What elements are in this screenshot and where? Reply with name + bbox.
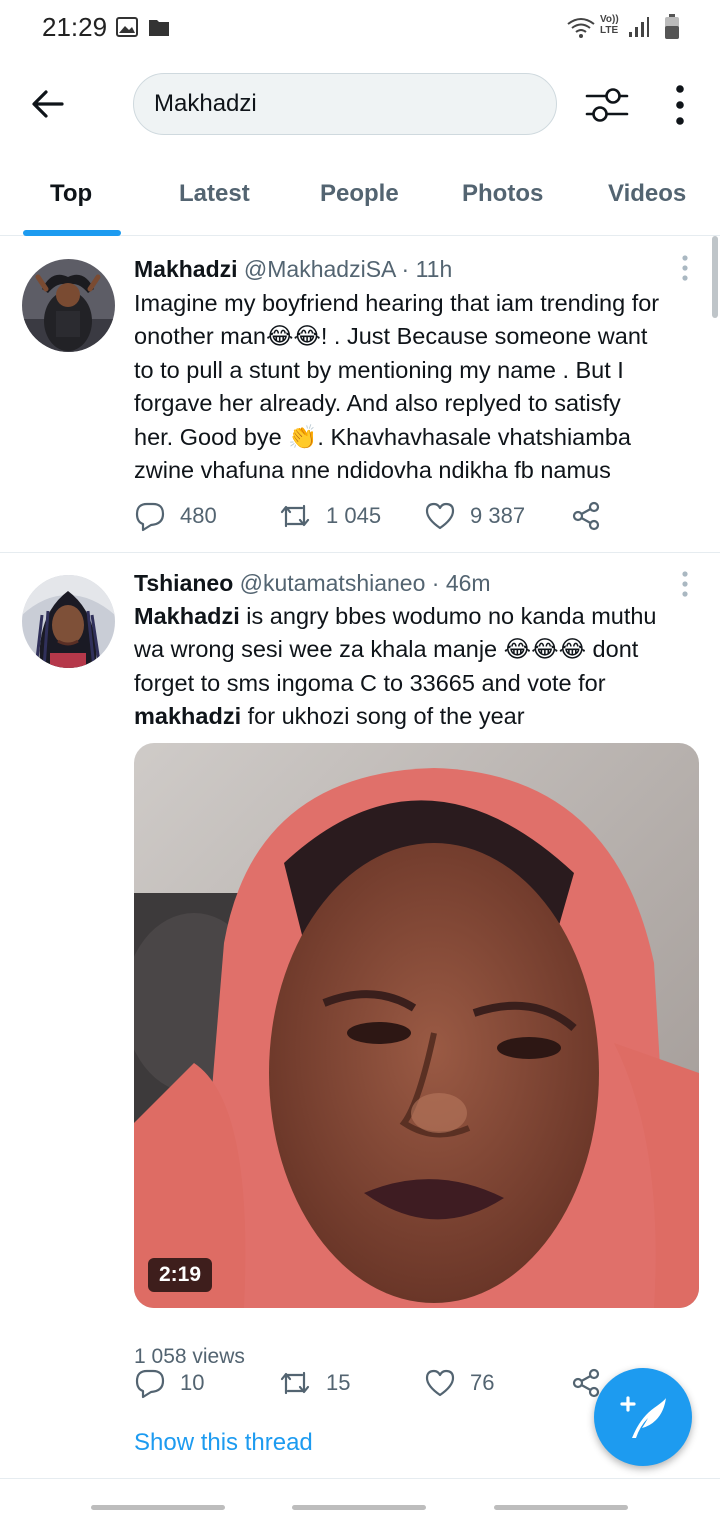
compose-tweet-button[interactable]: [594, 1368, 692, 1466]
reply-button[interactable]: 480: [134, 496, 217, 536]
highlighted-term: makhadzi: [134, 703, 242, 730]
status-time: 21:29: [42, 12, 108, 42]
like-button[interactable]: 9 387: [424, 496, 525, 536]
home-button[interactable]: [292, 1505, 426, 1510]
video-player[interactable]: 2:19: [134, 743, 699, 1308]
tweet-time: · 46m: [431, 570, 491, 596]
like-count: 76: [470, 1370, 495, 1395]
reply-icon: [135, 1369, 165, 1399]
tab-videos[interactable]: Videos: [608, 180, 686, 208]
retweet-button[interactable]: 1 045: [278, 496, 381, 536]
compose-feather-icon: [620, 1396, 666, 1438]
retweet-icon: [280, 1371, 310, 1395]
tweet-header: Tshianeo @kutamatshianeo · 46m: [134, 570, 491, 597]
gallery-icon: [116, 17, 138, 37]
tweet-more-icon[interactable]: [680, 253, 690, 283]
search-filter-icon[interactable]: [584, 82, 630, 128]
tab-top[interactable]: Top: [50, 180, 92, 208]
tweet-header: Makhadzi @MakhadziSA · 11h: [134, 256, 452, 283]
author-handle[interactable]: @MakhadziSA: [244, 256, 395, 282]
status-bar: 21:29 Vo)) LTE: [0, 0, 720, 56]
reply-icon: [135, 502, 165, 532]
author-handle[interactable]: @kutamatshianeo: [240, 570, 426, 596]
retweet-button[interactable]: 15: [278, 1363, 350, 1403]
share-icon[interactable]: [570, 500, 602, 532]
tab-people[interactable]: People: [320, 180, 399, 208]
avatar[interactable]: [22, 575, 115, 668]
like-button[interactable]: 76: [424, 1363, 494, 1403]
tab-photos[interactable]: Photos: [462, 180, 543, 208]
folder-icon: [149, 20, 169, 36]
show-thread-link[interactable]: Show this thread: [134, 1429, 313, 1457]
tweet[interactable]: Makhadzi @MakhadziSA · 11h Imagine my bo…: [0, 237, 720, 553]
heart-icon: [425, 502, 455, 530]
tweet-text: Makhadzi is angry bbes wodumo no kanda m…: [134, 603, 657, 730]
reply-count: 10: [180, 1370, 205, 1395]
more-options-icon[interactable]: [668, 82, 692, 128]
back-button[interactable]: [494, 1505, 628, 1510]
tweet-more-icon[interactable]: [680, 569, 690, 599]
recent-apps-button[interactable]: [91, 1505, 225, 1510]
volte-lte-icon: Vo)) LTE: [600, 14, 619, 36]
search-tabs: Top Latest People Photos Videos: [0, 156, 720, 236]
reply-count: 480: [180, 503, 217, 528]
retweet-icon: [280, 504, 310, 528]
search-input[interactable]: Makhadzi: [133, 73, 557, 135]
search-query: Makhadzi: [154, 90, 257, 117]
reply-button[interactable]: 10: [134, 1363, 204, 1403]
system-navigation-bar: [0, 1478, 720, 1520]
tweet[interactable]: Tshianeo @kutamatshianeo · 46m Makhadzi …: [0, 553, 720, 1478]
heart-icon: [425, 1369, 455, 1397]
search-header: Makhadzi: [0, 56, 720, 156]
retweet-count: 15: [326, 1370, 351, 1395]
tab-latest[interactable]: Latest: [179, 180, 250, 208]
author-name[interactable]: Makhadzi: [134, 256, 238, 282]
author-name[interactable]: Tshianeo: [134, 570, 233, 596]
video-thumbnail: [134, 743, 699, 1308]
wifi-icon: [567, 18, 595, 38]
tweet-actions: 480 1 045 9 387: [134, 496, 614, 536]
battery-icon: [665, 14, 679, 39]
tweet-actions: 10 15 76: [134, 1363, 614, 1403]
video-duration: 2:19: [148, 1258, 213, 1292]
signal-icon: [629, 17, 649, 37]
like-count: 9 387: [470, 503, 526, 528]
avatar[interactable]: [22, 259, 115, 352]
retweet-count: 1 045: [326, 503, 382, 528]
tweet-text: Imagine my boyfriend hearing that iam tr…: [134, 290, 660, 484]
highlighted-term: Makhadzi: [134, 603, 240, 629]
back-arrow-icon[interactable]: [28, 84, 68, 124]
tweet-time: · 11h: [401, 256, 453, 282]
active-tab-indicator: [23, 230, 121, 236]
